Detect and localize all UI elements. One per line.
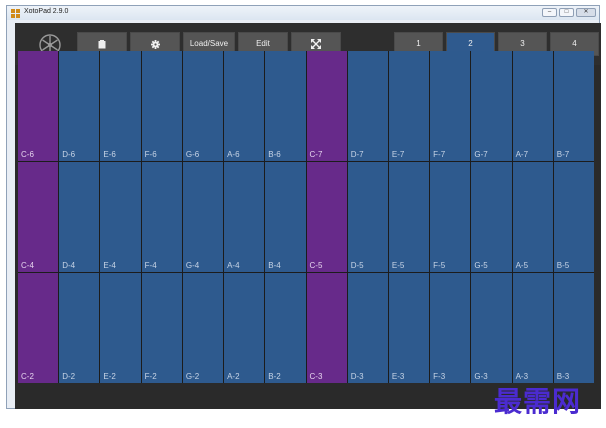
note-pad[interactable]: B-2 <box>265 273 306 383</box>
note-pad[interactable]: G-7 <box>471 51 512 161</box>
note-label: D-3 <box>350 372 364 381</box>
note-pad[interactable]: F-7 <box>430 51 471 161</box>
note-label: A-4 <box>227 261 240 270</box>
note-label: G-4 <box>185 261 200 270</box>
note-label: A-2 <box>227 372 240 381</box>
title-bar[interactable]: XotoPad 2.9.0 – □ ✕ <box>7 6 599 20</box>
note-pad[interactable]: B-5 <box>553 162 594 272</box>
note-label: E-4 <box>103 261 116 270</box>
note-label: F-2 <box>144 372 157 381</box>
note-label: D-4 <box>62 261 76 270</box>
note-label: F-3 <box>433 372 446 381</box>
note-pad[interactable]: D-2 <box>59 273 100 383</box>
note-pad[interactable]: G-2 <box>182 273 224 383</box>
note-pad[interactable]: C-2 <box>18 273 59 383</box>
note-label: F-7 <box>433 150 446 159</box>
note-label: E-5 <box>391 261 405 270</box>
note-pad[interactable]: D-4 <box>59 162 100 272</box>
note-label: G-5 <box>474 261 488 270</box>
note-label: F-5 <box>433 261 446 270</box>
note-pad[interactable]: F-6 <box>141 51 182 161</box>
note-pad[interactable]: G-5 <box>471 162 512 272</box>
note-label: E-3 <box>391 372 405 381</box>
pad-grid: C-6 D-6 E-6 F-6 G-6 A-6 B-6 C-7 D-7 E-7 F-7 G-7 A-7 B… <box>18 51 594 383</box>
gear-icon <box>150 40 160 49</box>
note-pad[interactable]: G-3 <box>471 273 512 383</box>
minimize-button[interactable]: – <box>542 8 557 17</box>
note-label: B-7 <box>556 150 570 159</box>
note-pad[interactable]: F-4 <box>141 162 182 272</box>
app-icon <box>11 9 20 18</box>
note-pad[interactable]: E-2 <box>100 273 141 383</box>
note-pad[interactable]: G-4 <box>182 162 224 272</box>
note-label: E-7 <box>391 150 405 159</box>
note-label: E-2 <box>103 372 116 381</box>
note-pad[interactable]: D-3 <box>347 273 388 383</box>
watermark: 最需网 <box>494 385 582 418</box>
note-pad[interactable]: C-3 <box>306 273 347 383</box>
note-pad[interactable]: E-6 <box>100 51 141 161</box>
expand-arrows-icon <box>311 39 321 49</box>
note-pad[interactable]: D-6 <box>59 51 100 161</box>
note-label: B-4 <box>268 261 281 270</box>
note-pad[interactable]: B-7 <box>553 51 594 161</box>
note-pad[interactable]: B-6 <box>265 51 306 161</box>
note-label: D-2 <box>62 372 76 381</box>
note-pad[interactable]: C-4 <box>18 162 59 272</box>
note-pad[interactable]: C-7 <box>306 51 347 161</box>
note-label: F-6 <box>144 150 157 159</box>
note-pad[interactable]: F-3 <box>430 273 471 383</box>
note-label: G-6 <box>185 150 200 159</box>
note-label: D-6 <box>62 150 76 159</box>
note-label: C-6 <box>21 150 34 159</box>
note-label: F-4 <box>144 261 157 270</box>
note-label: C-4 <box>21 261 34 270</box>
note-pad[interactable]: A-3 <box>512 273 553 383</box>
close-button[interactable]: ✕ <box>576 8 596 17</box>
note-pad[interactable]: B-3 <box>553 273 594 383</box>
note-pad[interactable]: F-2 <box>141 273 182 383</box>
note-label: G-3 <box>474 372 488 381</box>
note-label: G-7 <box>474 150 488 159</box>
note-pad[interactable]: A-2 <box>224 273 265 383</box>
note-pad[interactable]: A-5 <box>512 162 553 272</box>
note-label: A-6 <box>227 150 240 159</box>
note-label: C-3 <box>309 372 323 381</box>
note-pad[interactable]: D-5 <box>347 162 388 272</box>
note-pad[interactable]: G-6 <box>182 51 224 161</box>
note-label: D-5 <box>350 261 364 270</box>
note-pad[interactable]: E-3 <box>388 273 430 383</box>
app-window: XotoPad 2.9.0 – □ ✕ Load/Save Edit 1 2 3… <box>6 5 601 409</box>
window-title: XotoPad 2.9.0 <box>24 8 69 15</box>
note-pad[interactable]: C-6 <box>18 51 59 161</box>
note-pad[interactable]: A-4 <box>224 162 265 272</box>
note-pad[interactable]: E-5 <box>388 162 430 272</box>
note-label: C-5 <box>309 261 323 270</box>
note-pad[interactable]: A-6 <box>224 51 265 161</box>
note-label: B-2 <box>268 372 281 381</box>
note-pad[interactable]: C-5 <box>306 162 347 272</box>
note-label: E-6 <box>103 150 116 159</box>
note-label: A-5 <box>515 261 529 270</box>
note-label: C-2 <box>21 372 34 381</box>
clipboard-icon <box>98 40 106 49</box>
maximize-button[interactable]: □ <box>559 8 574 17</box>
note-label: B-5 <box>556 261 570 270</box>
note-pad[interactable]: D-7 <box>347 51 388 161</box>
note-label: D-7 <box>350 150 364 159</box>
note-pad[interactable]: F-5 <box>430 162 471 272</box>
note-pad[interactable]: B-4 <box>265 162 306 272</box>
note-pad[interactable]: E-4 <box>100 162 141 272</box>
note-label: B-6 <box>268 150 281 159</box>
note-label: G-2 <box>185 372 200 381</box>
note-pad[interactable]: E-7 <box>388 51 430 161</box>
note-label: C-7 <box>309 150 323 159</box>
note-pad[interactable]: A-7 <box>512 51 553 161</box>
note-label: A-7 <box>515 150 529 159</box>
